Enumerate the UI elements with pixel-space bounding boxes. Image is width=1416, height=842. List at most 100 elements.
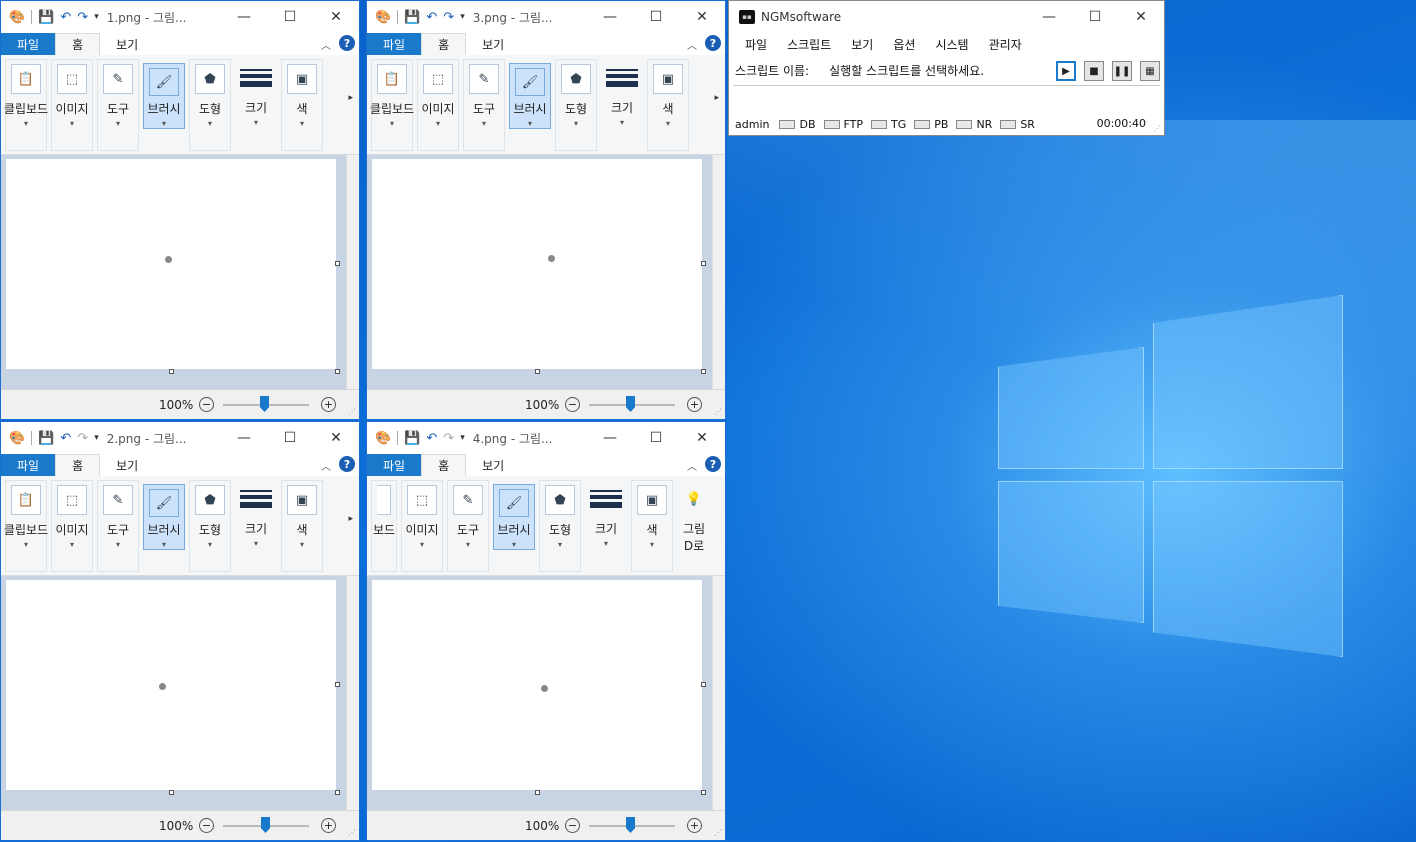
ngm-titlebar[interactable]: ▪▪ NGMsoftware — ☐ ✕: [729, 1, 1164, 33]
resize-grip-icon[interactable]: ⋰: [348, 407, 356, 416]
tab-file[interactable]: 파일: [1, 454, 56, 476]
resize-handle-bottom[interactable]: [169, 369, 174, 374]
save-icon[interactable]: 💾: [404, 431, 420, 446]
tab-file[interactable]: 파일: [367, 33, 422, 55]
zoom-in-icon[interactable]: +: [687, 818, 702, 833]
resize-handle-corner[interactable]: [701, 790, 706, 795]
resize-handle-right[interactable]: [701, 682, 706, 687]
undo-icon[interactable]: ↶: [426, 431, 437, 446]
vertical-scrollbar[interactable]: [346, 155, 359, 389]
menu-view[interactable]: 보기: [841, 36, 883, 53]
customize-dropdown-icon[interactable]: ▾: [460, 12, 465, 22]
zoom-slider-thumb[interactable]: [261, 817, 270, 833]
group-size[interactable]: 크기 ▾: [235, 59, 277, 151]
maximize-icon[interactable]: ☐: [633, 422, 679, 454]
group-size[interactable]: 크기 ▾: [585, 480, 627, 572]
group-image[interactable]: ⬚ 이미지 ▾: [51, 59, 93, 151]
resize-grip-icon[interactable]: ⋰: [348, 828, 356, 837]
collapse-ribbon-icon[interactable]: ︿: [321, 37, 331, 52]
menu-options[interactable]: 옵션: [883, 36, 925, 53]
resize-handle-right[interactable]: [335, 261, 340, 266]
tab-home[interactable]: 홈: [55, 454, 101, 476]
zoom-slider-thumb[interactable]: [626, 817, 635, 833]
group-shapes[interactable]: ⬟ 도형 ▾: [555, 59, 597, 151]
minimize-icon[interactable]: —: [587, 422, 633, 454]
zoom-out-icon[interactable]: −: [199, 397, 214, 412]
maximize-icon[interactable]: ☐: [633, 1, 679, 33]
brush-button[interactable]: 🖌 브러시 ▾: [509, 63, 551, 129]
brush-button[interactable]: 🖌 브러시 ▾: [143, 63, 185, 129]
tab-view[interactable]: 보기: [466, 33, 520, 55]
paint-window-4[interactable]: 🎨 💾 ↶ ↷ ▾ 4.png - 그림... — ☐ ✕ 파일 홈 보기 ︿ …: [366, 421, 726, 841]
group-shapes[interactable]: ⬟ 도형 ▾: [189, 59, 231, 151]
drawing-canvas[interactable]: [6, 159, 336, 369]
group-tools[interactable]: ✎ 도구 ▾: [447, 480, 489, 572]
group-color[interactable]: ▣ 색 ▾: [281, 480, 323, 572]
grid-icon[interactable]: ▦: [1140, 61, 1160, 81]
group-clipboard[interactable]: 📋 클립보드 ▾: [370, 59, 414, 151]
play-icon[interactable]: ▶: [1056, 61, 1076, 81]
brush-button[interactable]: 🖌 브러시 ▾: [143, 484, 185, 550]
customize-dropdown-icon[interactable]: ▾: [94, 12, 99, 22]
zoom-in-icon[interactable]: +: [687, 397, 702, 412]
resize-handle-corner[interactable]: [335, 369, 340, 374]
help-icon[interactable]: ?: [705, 456, 721, 472]
stop-icon[interactable]: ■: [1084, 61, 1104, 81]
customize-dropdown-icon[interactable]: ▾: [94, 433, 99, 443]
drawing-canvas[interactable]: [372, 580, 702, 790]
maximize-icon[interactable]: ☐: [267, 422, 313, 454]
titlebar[interactable]: 🎨 💾 ↶ ↷ ▾ 3.png - 그림... — ☐ ✕: [367, 1, 725, 33]
tab-view[interactable]: 보기: [100, 33, 154, 55]
zoom-in-icon[interactable]: +: [321, 818, 336, 833]
collapse-ribbon-icon[interactable]: ︿: [687, 458, 697, 473]
vertical-scrollbar[interactable]: [712, 155, 725, 389]
drawing-canvas[interactable]: [372, 159, 702, 369]
group-image[interactable]: ⬚ 이미지 ▾: [417, 59, 459, 151]
titlebar[interactable]: 🎨 💾 ↶ ↷ ▾ 1.png - 그림... — ☐ ✕: [1, 1, 359, 33]
help-icon[interactable]: ?: [339, 35, 355, 51]
ribbon-scroll-right-icon[interactable]: ▸: [348, 93, 353, 103]
tab-file[interactable]: 파일: [1, 33, 56, 55]
ribbon-scroll-right-icon[interactable]: ▸: [348, 514, 353, 524]
vertical-scrollbar[interactable]: [346, 576, 359, 810]
group-tools[interactable]: ✎ 도구 ▾: [97, 480, 139, 572]
group-brush[interactable]: 🖌 브러시 ▾: [493, 480, 535, 572]
tab-home[interactable]: 홈: [55, 33, 101, 55]
group-tools[interactable]: ✎ 도구 ▾: [463, 59, 505, 151]
tab-home[interactable]: 홈: [421, 454, 467, 476]
resize-handle-bottom[interactable]: [535, 790, 540, 795]
minimize-icon[interactable]: —: [221, 1, 267, 33]
zoom-slider-thumb[interactable]: [626, 396, 635, 412]
paint-window-1[interactable]: 🎨 💾 ↶ ↷ ▾ 1.png - 그림... — ☐ ✕ 파일 홈 보기 ︿ …: [0, 0, 360, 420]
zoom-slider-thumb[interactable]: [260, 396, 269, 412]
pause-icon[interactable]: ❚❚: [1112, 61, 1132, 81]
vertical-scrollbar[interactable]: [712, 576, 725, 810]
tab-file[interactable]: 파일: [367, 454, 422, 476]
help-icon[interactable]: ?: [339, 456, 355, 472]
paint-window-3[interactable]: 🎨 💾 ↶ ↷ ▾ 3.png - 그림... — ☐ ✕ 파일 홈 보기 ︿ …: [366, 0, 726, 420]
tab-view[interactable]: 보기: [466, 454, 520, 476]
zoom-out-icon[interactable]: −: [565, 397, 580, 412]
group-clipboard[interactable]: 📋 클립보드 ▾: [4, 59, 48, 151]
resize-handle-corner[interactable]: [335, 790, 340, 795]
resize-handle-bottom[interactable]: [535, 369, 540, 374]
close-icon[interactable]: ✕: [1118, 1, 1164, 33]
redo-icon[interactable]: ↷: [443, 10, 454, 25]
customize-dropdown-icon[interactable]: ▾: [460, 433, 465, 443]
minimize-icon[interactable]: —: [1026, 1, 1072, 33]
group-image[interactable]: ⬚ 이미지 ▾: [401, 480, 443, 572]
group-color[interactable]: ▣ 색 ▾: [631, 480, 673, 572]
collapse-ribbon-icon[interactable]: ︿: [321, 458, 331, 473]
ngm-window[interactable]: ▪▪ NGMsoftware — ☐ ✕ 파일 스크립트 보기 옵션 시스템 관…: [728, 0, 1165, 136]
group-brush[interactable]: 🖌 브러시 ▾: [509, 59, 551, 151]
group-color[interactable]: ▣ 색 ▾: [281, 59, 323, 151]
group-shapes[interactable]: ⬟ 도형 ▾: [189, 480, 231, 572]
titlebar[interactable]: 🎨 💾 ↶ ↷ ▾ 2.png - 그림... — ☐ ✕: [1, 422, 359, 454]
zoom-out-icon[interactable]: −: [565, 818, 580, 833]
group-size[interactable]: 크기 ▾: [601, 59, 643, 151]
resize-grip-icon[interactable]: ⋰: [714, 828, 722, 837]
canvas-area[interactable]: [367, 155, 725, 389]
group-image[interactable]: ⬚ 이미지 ▾: [51, 480, 93, 572]
canvas-area[interactable]: [367, 576, 725, 810]
canvas-area[interactable]: [1, 576, 359, 810]
